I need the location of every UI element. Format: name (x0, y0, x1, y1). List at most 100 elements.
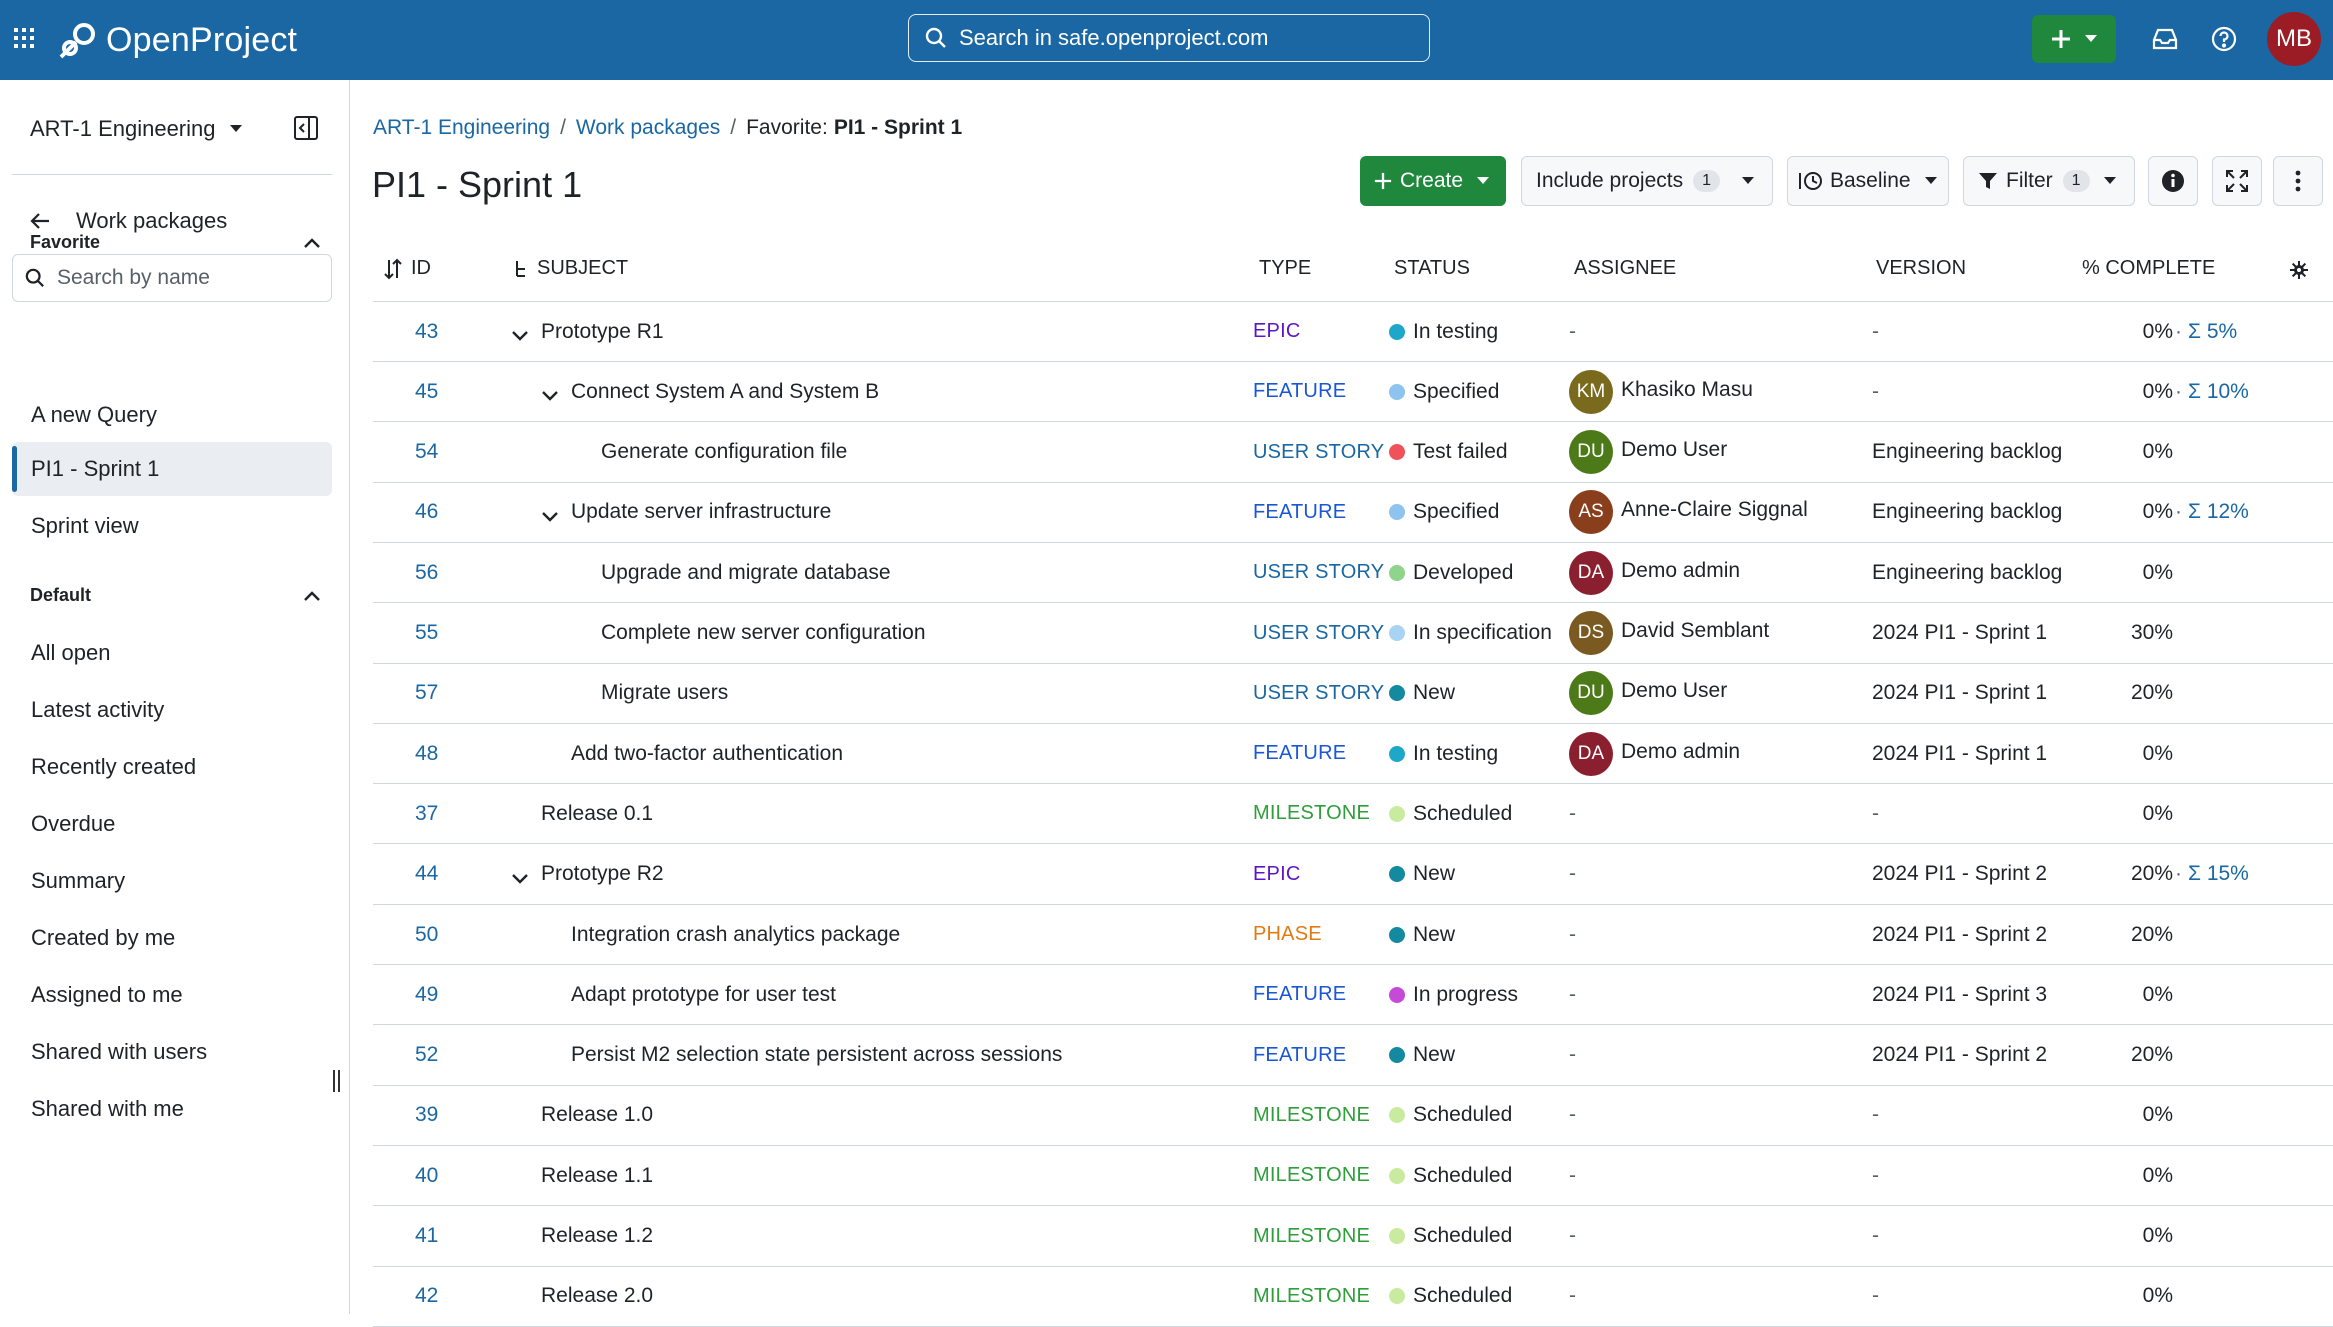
baseline-button[interactable]: Baseline (1787, 156, 1949, 206)
column-settings-icon[interactable] (2290, 261, 2308, 279)
breadcrumb-project-link[interactable]: ART-1 Engineering (373, 116, 550, 140)
sidebar-item-all-open[interactable]: All open (12, 626, 332, 680)
work-package-percent-complete[interactable]: 0% (2073, 1207, 2173, 1266)
work-package-assignee[interactable]: DA Demo admin (1569, 724, 1740, 783)
derived-percent-complete[interactable]: · Σ 15% (2175, 845, 2249, 904)
table-row[interactable]: 44 Prototype R2 EPIC New - 2024 PI1 - Sprint … (373, 845, 2333, 905)
details-view-button[interactable] (2148, 156, 2198, 206)
work-package-id-link[interactable]: 45 (415, 362, 438, 421)
work-package-id-link[interactable]: 50 (415, 905, 438, 964)
work-package-subject[interactable]: Prototype R2 (541, 845, 664, 904)
global-search-input[interactable] (959, 25, 1399, 51)
table-row[interactable]: 40 Release 1.1 MILESTONE Scheduled - - 0% (373, 1146, 2333, 1207)
work-package-percent-complete[interactable]: 0% (2073, 423, 2173, 482)
work-package-version[interactable]: - (1872, 302, 1879, 361)
work-package-version[interactable]: - (1872, 1267, 1879, 1326)
sidebar-resize-handle[interactable] (333, 1070, 341, 1094)
work-package-subject[interactable]: Persist M2 selection state persistent ac… (571, 1026, 1062, 1085)
work-package-subject[interactable]: Release 2.0 (541, 1267, 653, 1326)
work-package-percent-complete[interactable]: 0% (2073, 483, 2173, 542)
column-version-header[interactable]: VERSION (1876, 257, 1966, 280)
work-package-version[interactable]: - (1872, 1207, 1879, 1266)
work-package-assignee[interactable]: - (1569, 302, 1576, 361)
work-package-id-link[interactable]: 52 (415, 1026, 438, 1085)
work-package-assignee[interactable]: - (1569, 965, 1576, 1024)
work-package-version[interactable]: Engineering backlog (1872, 483, 2062, 542)
sidebar-item-overdue[interactable]: Overdue (12, 797, 332, 851)
work-package-percent-complete[interactable]: 20% (2073, 905, 2173, 964)
work-package-version[interactable]: - (1872, 1146, 1879, 1205)
work-package-status[interactable]: Developed (1389, 543, 1513, 602)
work-package-percent-complete[interactable]: 0% (2073, 362, 2173, 421)
work-package-assignee[interactable]: - (1569, 1146, 1576, 1205)
work-package-assignee[interactable]: - (1569, 784, 1576, 843)
work-package-id-link[interactable]: 37 (415, 784, 438, 843)
sidebar-item-pi1-sprint-1[interactable]: PI1 - Sprint 1 (12, 442, 332, 496)
user-avatar[interactable]: MB (2267, 12, 2321, 66)
work-package-assignee[interactable]: AS Anne-Claire Siggnal (1569, 483, 1808, 542)
quick-add-button[interactable] (2032, 15, 2116, 63)
table-row[interactable]: 42 Release 2.0 MILESTONE Scheduled - - 0% (373, 1267, 2333, 1327)
work-package-id-link[interactable]: 44 (415, 845, 438, 904)
work-package-version[interactable]: 2024 PI1 - Sprint 1 (1872, 604, 2047, 663)
table-row[interactable]: 48 Add two-factor authentication FEATURE In… (373, 724, 2333, 785)
column-status-header[interactable]: STATUS (1394, 257, 1470, 280)
work-package-assignee[interactable]: DS David Semblant (1569, 604, 1769, 663)
default-section-header[interactable]: Default (30, 585, 320, 606)
work-package-percent-complete[interactable]: 20% (2073, 1026, 2173, 1085)
sidebar-item-summary[interactable]: Summary (12, 854, 332, 908)
sidebar-item-shared-with-users[interactable]: Shared with users (12, 1025, 332, 1079)
column-assignee-header[interactable]: ASSIGNEE (1574, 257, 1676, 280)
work-package-subject[interactable]: Migrate users (601, 664, 728, 723)
derived-percent-complete[interactable]: · Σ 5% (2175, 302, 2237, 361)
work-package-status[interactable]: New (1389, 845, 1455, 904)
sidebar-item-sprint-view[interactable]: Sprint view (12, 499, 332, 553)
work-package-id-link[interactable]: 57 (415, 664, 438, 723)
table-row[interactable]: 41 Release 1.2 MILESTONE Scheduled - - 0% (373, 1207, 2333, 1267)
sidebar-search[interactable] (12, 254, 332, 302)
work-package-subject[interactable]: Generate configuration file (601, 423, 847, 482)
table-row[interactable]: 57 Migrate users USER STORY New DU Demo User 2… (373, 664, 2333, 724)
work-package-percent-complete[interactable]: 0% (2073, 965, 2173, 1024)
work-package-id-link[interactable]: 40 (415, 1146, 438, 1205)
work-package-assignee[interactable]: KM Khasiko Masu (1569, 362, 1753, 421)
global-search[interactable] (908, 14, 1430, 62)
work-package-percent-complete[interactable]: 0% (2073, 1086, 2173, 1145)
work-package-assignee[interactable]: - (1569, 1026, 1576, 1085)
work-package-status[interactable]: New (1389, 905, 1455, 964)
work-package-assignee[interactable]: - (1569, 1267, 1576, 1326)
work-package-subject[interactable]: Release 1.2 (541, 1207, 653, 1266)
chevron-down-icon[interactable] (511, 324, 529, 348)
column-id-header[interactable]: ID (383, 257, 431, 280)
work-package-version[interactable]: 2024 PI1 - Sprint 1 (1872, 664, 2047, 723)
work-package-status[interactable]: Specified (1389, 483, 1499, 542)
work-package-percent-complete[interactable]: 0% (2073, 1267, 2173, 1326)
back-to-work-packages[interactable]: Work packages (30, 208, 227, 234)
work-package-status[interactable]: Scheduled (1389, 1086, 1512, 1145)
project-selector[interactable]: ART-1 Engineering (30, 116, 242, 142)
favorite-section-header[interactable]: Favorite (30, 232, 320, 253)
column-subject-header[interactable]: SUBJECT (513, 257, 628, 280)
work-package-version[interactable]: - (1872, 1086, 1879, 1145)
work-package-version[interactable]: - (1872, 784, 1879, 843)
include-projects-button[interactable]: Include projects 1 (1521, 156, 1773, 206)
work-package-id-link[interactable]: 49 (415, 965, 438, 1024)
app-grid-icon[interactable] (12, 26, 36, 50)
work-package-version[interactable]: 2024 PI1 - Sprint 2 (1872, 1026, 2047, 1085)
work-package-percent-complete[interactable]: 0% (2073, 724, 2173, 783)
work-package-percent-complete[interactable]: 0% (2073, 1146, 2173, 1205)
work-package-id-link[interactable]: 56 (415, 543, 438, 602)
work-package-percent-complete[interactable]: 0% (2073, 302, 2173, 361)
work-package-id-link[interactable]: 46 (415, 483, 438, 542)
sidebar-item-assigned-to-me[interactable]: Assigned to me (12, 968, 332, 1022)
work-package-version[interactable]: Engineering backlog (1872, 423, 2062, 482)
column-complete-header[interactable]: % COMPLETE (2082, 257, 2215, 280)
chevron-down-icon[interactable] (541, 384, 559, 408)
work-package-id-link[interactable]: 55 (415, 604, 438, 663)
work-package-status[interactable]: New (1389, 664, 1455, 723)
work-package-version[interactable]: Engineering backlog (1872, 543, 2062, 602)
work-package-status[interactable]: In testing (1389, 302, 1498, 361)
openproject-logo[interactable]: OpenProject (58, 16, 297, 64)
table-row[interactable]: 54 Generate configuration file USER STORY T… (373, 423, 2333, 483)
work-package-status[interactable]: New (1389, 1026, 1455, 1085)
